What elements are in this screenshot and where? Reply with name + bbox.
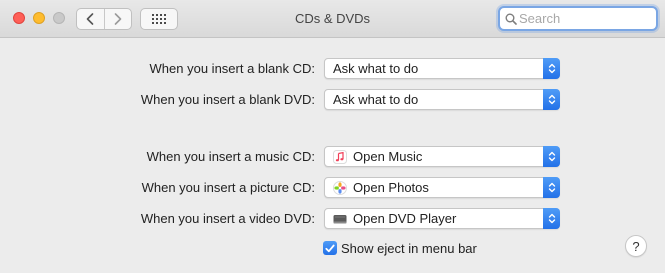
blank-cd-row: When you insert a blank CD: Ask what to … [0,58,665,80]
music-cd-value: Open Music [353,149,423,164]
video-dvd-label: When you insert a video DVD: [140,211,315,226]
popup-arrows-icon [543,58,560,79]
title-bar: CDs & DVDs [0,0,665,38]
blank-dvd-popup[interactable]: Ask what to do [324,89,560,110]
show-eject-checkbox[interactable] [323,241,337,255]
photos-app-icon [333,181,347,195]
blank-cd-popup[interactable]: Ask what to do [324,58,560,79]
picture-cd-label: When you insert a picture CD: [141,180,315,195]
show-eject-label: Show eject in menu bar [341,241,477,256]
picture-cd-value: Open Photos [353,180,429,195]
help-label: ? [632,238,640,254]
music-cd-label: When you insert a music CD: [146,149,315,164]
blank-cd-label: When you insert a blank CD: [149,61,315,76]
search-field[interactable] [498,6,658,31]
blank-dvd-value: Ask what to do [333,92,419,107]
popup-arrows-icon [543,177,560,198]
music-cd-popup[interactable]: Open Music [324,146,560,167]
popup-arrows-icon [543,146,560,167]
dvd-player-app-icon [333,215,347,224]
blank-dvd-row: When you insert a blank DVD: Ask what to… [0,89,665,111]
search-input[interactable] [519,10,651,27]
video-dvd-row: When you insert a video DVD: Open DVD Pl… [0,208,665,230]
search-icon [505,13,517,25]
popup-arrows-icon [543,89,560,110]
checkmark-icon [325,244,335,252]
blank-dvd-label: When you insert a blank DVD: [140,92,315,107]
music-app-icon [333,150,347,164]
blank-cd-value: Ask what to do [333,61,419,76]
music-cd-row: When you insert a music CD: Open Music [0,146,665,168]
video-dvd-popup[interactable]: Open DVD Player [324,208,560,229]
help-button[interactable]: ? [625,235,647,257]
popup-arrows-icon [543,208,560,229]
video-dvd-value: Open DVD Player [353,211,457,226]
picture-cd-popup[interactable]: Open Photos [324,177,560,198]
picture-cd-row: When you insert a picture CD: Open Photo… [0,177,665,199]
